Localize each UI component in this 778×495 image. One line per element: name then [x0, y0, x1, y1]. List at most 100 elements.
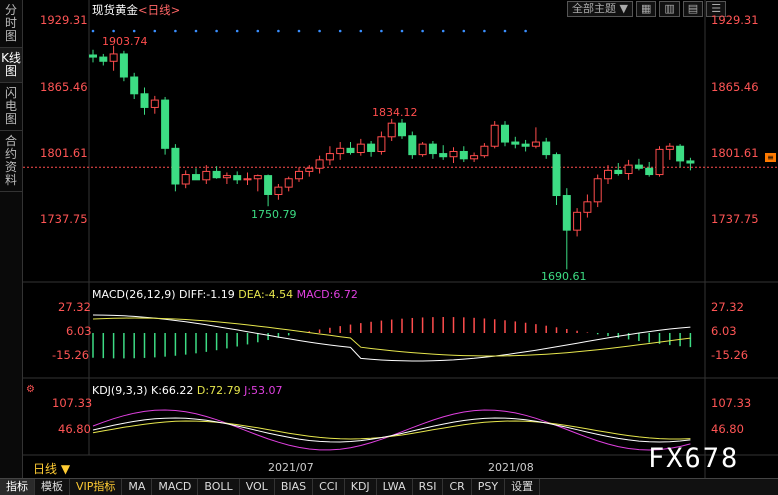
tab-boll[interactable]: BOLL	[198, 479, 240, 495]
candle-body	[233, 175, 242, 181]
price-marker-icon: ≡	[765, 153, 776, 162]
price-label-right: 1737.75	[711, 212, 759, 226]
kdj-label-left: 46.80	[58, 422, 91, 436]
view-tabs: 分时图 K线图 闪电图 合约资料	[0, 0, 23, 478]
candle-body	[99, 56, 108, 62]
chevron-down-icon: ▼	[60, 462, 71, 476]
signal-dots	[91, 29, 527, 33]
tab-lwa[interactable]: LWA	[377, 479, 413, 495]
candle-body	[531, 141, 540, 147]
high-annotation: 1834.12	[372, 106, 418, 119]
tab-flash[interactable]: 闪电图	[0, 83, 22, 131]
tab-bias[interactable]: BIAS	[275, 479, 314, 495]
candle-body	[480, 145, 489, 157]
candle-body	[645, 167, 654, 176]
period-selector[interactable]: 日线 ▼	[33, 460, 70, 477]
candle-body	[367, 143, 376, 152]
watermark-logo: FX678	[648, 443, 740, 474]
indicator-tab-bar: 指标 模板 VIP指标 MA MACD BOLL VOL BIAS CCI KD…	[0, 478, 778, 495]
candle-body	[439, 153, 448, 158]
candle-body	[181, 174, 190, 185]
signal-dot	[462, 29, 466, 33]
candle-body	[253, 175, 262, 180]
signal-dot	[441, 29, 445, 33]
candlestick-series	[89, 45, 695, 270]
tab-cci[interactable]: CCI	[313, 479, 345, 495]
tab-settings[interactable]: 设置	[505, 479, 541, 495]
chart-area[interactable]	[23, 0, 778, 478]
date-label: 2021/07	[268, 461, 314, 474]
tab-indicator[interactable]: 指标	[0, 479, 35, 495]
signal-dot	[524, 29, 527, 33]
grid-icon[interactable]: ▦	[635, 1, 657, 17]
signal-dot	[194, 29, 198, 33]
theme-select[interactable]: 全部主题 ▼	[567, 1, 633, 17]
tab-rsi[interactable]: RSI	[413, 479, 444, 495]
lines-icon[interactable]: ▤	[682, 1, 704, 17]
candle-body	[624, 164, 633, 175]
j-line	[92, 409, 691, 451]
candle-body	[604, 169, 612, 180]
candle-body	[634, 164, 643, 169]
kdj-label-right: 46.80	[711, 422, 744, 436]
bars-icon[interactable]: ▥	[659, 1, 680, 17]
tab-cr[interactable]: CR	[443, 479, 472, 495]
instrument-name: 现货黄金	[92, 3, 138, 17]
signal-dot	[421, 29, 424, 33]
candle-body	[130, 76, 139, 95]
chart-title: 现货黄金<日线>	[92, 2, 180, 18]
candle-body	[171, 147, 180, 185]
candle-body	[274, 186, 283, 195]
tab-template[interactable]: 模板	[35, 479, 70, 495]
signal-dot	[400, 29, 404, 33]
candle-body	[222, 175, 231, 179]
macd-label-left: 27.32	[58, 300, 91, 314]
candle-body	[676, 145, 685, 162]
tab-ma[interactable]: MA	[122, 479, 153, 495]
signal-dot	[91, 29, 95, 33]
tab-timeshare[interactable]: 分时图	[0, 0, 22, 48]
candle-body	[109, 53, 118, 62]
signal-dot	[380, 29, 383, 33]
signal-dot	[297, 29, 301, 33]
candle-body	[490, 124, 499, 147]
macd-label-left: -15.26	[52, 348, 90, 362]
candle-body	[243, 178, 252, 181]
tab-vol[interactable]: VOL	[240, 479, 275, 495]
signal-dot	[503, 29, 507, 33]
candle-body	[614, 169, 623, 175]
signal-dot	[153, 29, 157, 33]
macd-label-right: 6.03	[711, 324, 737, 338]
tab-kdj[interactable]: KDJ	[345, 479, 377, 495]
signal-dot	[359, 29, 363, 33]
macd-histogram	[92, 317, 692, 359]
candle-body	[593, 178, 602, 203]
candle-body	[192, 174, 200, 181]
kdj-settings-icon[interactable]: ⚙	[26, 384, 35, 395]
price-label-left: 1929.31	[40, 13, 88, 27]
candle-body	[264, 175, 273, 195]
candle-body	[583, 201, 592, 213]
macd-label-left: 6.03	[66, 324, 92, 338]
candle-body	[655, 148, 664, 176]
tab-vip-indicator[interactable]: VIP指标	[70, 479, 123, 495]
signal-dot	[174, 29, 177, 33]
signal-dot	[318, 29, 321, 33]
candle-body	[161, 99, 170, 149]
kdj-label-right: 107.33	[711, 396, 752, 410]
candle-body	[295, 170, 303, 180]
signal-dot	[215, 29, 218, 33]
kdj-label-left: 107.33	[52, 396, 93, 410]
tab-psy[interactable]: PSY	[472, 479, 506, 495]
macd-label-right: 27.32	[711, 300, 744, 314]
candle-body	[562, 195, 571, 231]
candle-body	[408, 135, 417, 156]
candle-body	[336, 147, 345, 155]
signal-dot	[132, 29, 136, 33]
signal-dot	[112, 29, 115, 33]
candle-body	[284, 178, 293, 188]
tab-macd[interactable]: MACD	[152, 479, 199, 495]
candle-body	[377, 136, 386, 152]
tab-kline[interactable]: K线图	[0, 48, 22, 83]
tab-contract-info[interactable]: 合约资料	[0, 131, 22, 192]
